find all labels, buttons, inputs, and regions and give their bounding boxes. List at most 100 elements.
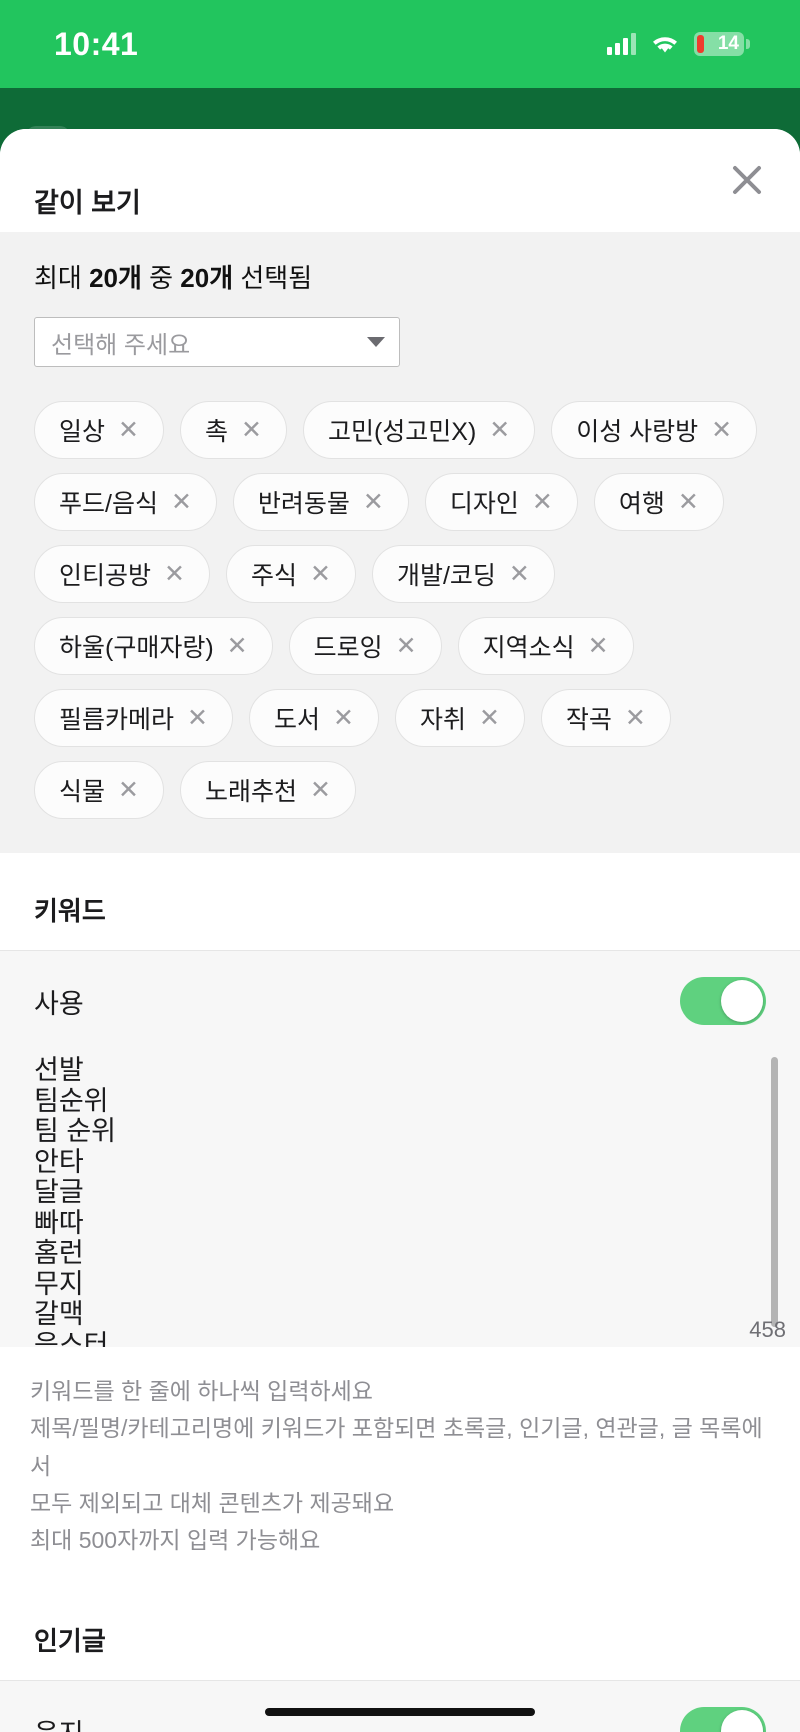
category-chip-label: 일상 [59, 418, 106, 446]
keyword-section-heading: 키워드 [0, 853, 800, 950]
remove-chip-icon[interactable]: ✕ [588, 633, 609, 659]
keyword-use-toggle[interactable] [680, 977, 766, 1025]
battery-icon: 14 [694, 32, 750, 56]
count-selected: 20개 [180, 263, 234, 293]
sheet-header: 같이 보기 [0, 129, 800, 232]
category-chip[interactable]: 지역소식 ✕ [457, 617, 634, 675]
chevron-down-icon [367, 337, 385, 347]
category-chip[interactable]: 하울(구매자랑) ✕ [34, 617, 273, 675]
toggle-knob [721, 980, 763, 1022]
popular-hidden-toggle[interactable] [680, 1707, 766, 1732]
remove-chip-icon[interactable]: ✕ [678, 489, 699, 515]
category-chip[interactable]: 노래추천 ✕ [179, 761, 356, 819]
remove-chip-icon[interactable]: ✕ [711, 417, 732, 443]
status-indicators: 14 [607, 32, 750, 56]
category-chip[interactable]: 푸드/음식 ✕ [34, 473, 217, 531]
help-line: 제목/필명/카테고리명에 키워드가 포함되면 초록글, 인기글, 연관글, 글 … [30, 1415, 763, 1479]
count-middle: 중 [141, 263, 181, 293]
keyword-textarea-wrap[interactable]: 선발 팀순위 팀 순위 안타 달글 빠따 홈런 무지 갈맥 응스터 458 [0, 1047, 800, 1347]
status-bar: 10:41 14 [0, 0, 800, 88]
category-chip[interactable]: 자취 ✕ [394, 689, 525, 747]
category-chip[interactable]: 작곡 ✕ [540, 689, 671, 747]
category-chip[interactable]: 일상 ✕ [34, 401, 164, 459]
category-chip[interactable]: 주식 ✕ [225, 545, 356, 603]
category-chip[interactable]: 디자인 ✕ [424, 473, 578, 531]
remove-chip-icon[interactable]: ✕ [625, 705, 646, 731]
category-chip-label: 도서 [273, 706, 320, 734]
category-chip-label: 필름카메라 [59, 706, 175, 734]
popular-section-heading: 인기글 [0, 1583, 800, 1681]
close-icon[interactable] [724, 157, 770, 203]
category-chip[interactable]: 드로잉 ✕ [288, 617, 442, 675]
category-chip[interactable]: 여행 ✕ [593, 473, 724, 531]
category-chip[interactable]: 개발/코딩 ✕ [371, 545, 555, 603]
status-time: 10:41 [54, 25, 139, 62]
category-chip-label: 인티공방 [59, 562, 152, 590]
category-chip-label: 자취 [419, 706, 466, 734]
remove-chip-icon[interactable]: ✕ [532, 489, 553, 515]
category-chip-label: 디자인 [449, 490, 519, 518]
category-chip[interactable]: 촉 ✕ [179, 401, 287, 459]
category-chip-label: 하울(구매자랑) [59, 634, 214, 662]
category-chip-label: 고민(성고민X) [327, 418, 477, 446]
settings-bottom-sheet: 같이 보기 최대 20개 중 20개 선택됨 선택해 주세요 일상 ✕ 촉 ✕ 고민(성… [0, 129, 800, 1732]
wifi-icon [650, 33, 680, 55]
keyword-use-row[interactable]: 사용 [0, 951, 800, 1047]
selection-count: 최대 20개 중 20개 선택됨 [34, 258, 766, 295]
category-chip[interactable]: 식물 ✕ [34, 761, 164, 819]
remove-chip-icon[interactable]: ✕ [187, 705, 208, 731]
category-chip[interactable]: 필름카메라 ✕ [34, 689, 233, 747]
remove-chip-icon[interactable]: ✕ [171, 489, 192, 515]
remove-chip-icon[interactable]: ✕ [164, 561, 185, 587]
selected-category-chips: 일상 ✕ 촉 ✕ 고민(성고민X) ✕ 이성 사랑방 ✕ 푸드/음식 ✕ 반려동물 ✕ 디자인 ✕ 여행 ✕ 인… [34, 401, 766, 819]
category-chip-label: 개발/코딩 [396, 562, 496, 590]
category-select[interactable]: 선택해 주세요 [34, 317, 400, 367]
category-chip-label: 노래추천 [204, 778, 297, 806]
popular-hidden-row[interactable]: 음지 [0, 1681, 800, 1732]
sheet-title: 같이 보기 [34, 188, 141, 218]
category-selection-section: 최대 20개 중 20개 선택됨 선택해 주세요 일상 ✕ 촉 ✕ 고민(성고민X) ✕ 이… [0, 232, 800, 853]
help-line: 키워드를 한 줄에 하나씩 입력하세요 [30, 1378, 373, 1404]
help-line: 최대 500자까지 입력 가능해요 [30, 1527, 321, 1553]
remove-chip-icon[interactable]: ✕ [118, 417, 139, 443]
keyword-use-label: 사용 [34, 988, 84, 1019]
remove-chip-icon[interactable]: ✕ [118, 777, 139, 803]
remove-chip-icon[interactable]: ✕ [241, 417, 262, 443]
keyword-textarea[interactable]: 선발 팀순위 팀 순위 안타 달글 빠따 홈런 무지 갈맥 응스터 [34, 1055, 766, 1347]
battery-level: 14 [717, 33, 739, 54]
remove-chip-icon[interactable]: ✕ [227, 633, 248, 659]
app-screen: 10:41 14 N 인스티즈 [0, 0, 800, 1732]
remove-chip-icon[interactable]: ✕ [509, 561, 530, 587]
category-chip[interactable]: 이성 사랑방 ✕ [551, 401, 758, 459]
character-count: 458 [749, 1317, 786, 1342]
category-chip[interactable]: 도서 ✕ [248, 689, 379, 747]
remove-chip-icon[interactable]: ✕ [489, 417, 510, 443]
remove-chip-icon[interactable]: ✕ [310, 777, 331, 803]
home-indicator [265, 1708, 535, 1716]
popular-hidden-label: 음지 [34, 1712, 84, 1732]
remove-chip-icon[interactable]: ✕ [479, 705, 500, 731]
count-suffix: 선택됨 [233, 263, 313, 293]
category-chip-label: 반려동물 [257, 490, 350, 518]
category-chip-label: 푸드/음식 [59, 490, 158, 518]
remove-chip-icon[interactable]: ✕ [310, 561, 331, 587]
category-chip-label: 주식 [250, 562, 297, 590]
remove-chip-icon[interactable]: ✕ [396, 633, 417, 659]
category-chip-label: 식물 [59, 778, 106, 806]
cellular-signal-icon [607, 33, 636, 55]
category-chip-label: 드로잉 [313, 634, 383, 662]
category-chip-label: 이성 사랑방 [576, 418, 699, 446]
count-max: 20개 [89, 263, 142, 293]
count-prefix: 최대 [34, 263, 90, 293]
category-chip-label: 여행 [618, 490, 665, 518]
remove-chip-icon[interactable]: ✕ [333, 705, 354, 731]
category-chip[interactable]: 고민(성고민X) ✕ [302, 401, 536, 459]
keyword-scrollbar[interactable] [771, 1057, 778, 1327]
category-chip-label: 지역소식 [482, 634, 575, 662]
toggle-knob [721, 1710, 763, 1732]
help-line: 모두 제외되고 대체 콘텐츠가 제공돼요 [30, 1489, 395, 1516]
category-chip[interactable]: 반려동물 ✕ [232, 473, 409, 531]
category-chip[interactable]: 인티공방 ✕ [34, 545, 210, 603]
remove-chip-icon[interactable]: ✕ [363, 489, 384, 515]
category-chip-label: 촉 [204, 418, 228, 446]
